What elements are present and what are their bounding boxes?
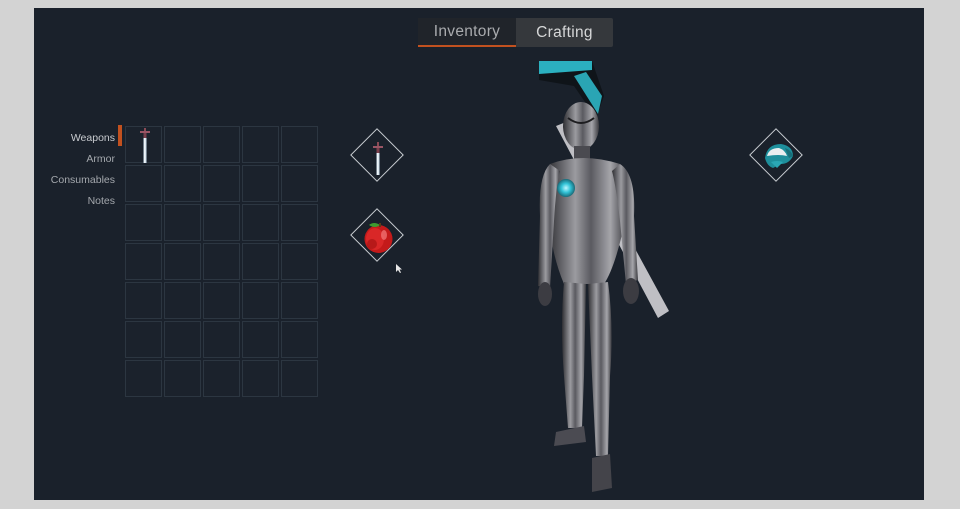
tab-inventory[interactable]: Inventory (418, 18, 516, 47)
inventory-slot[interactable] (125, 204, 162, 241)
inventory-slot[interactable] (203, 282, 240, 319)
equip-slot-weapon[interactable] (350, 128, 406, 184)
inventory-slot[interactable] (242, 321, 279, 358)
inventory-slot[interactable] (281, 126, 318, 163)
category-armor[interactable]: Armor (34, 149, 115, 170)
mouse-cursor-icon (396, 264, 402, 273)
inventory-slot[interactable] (164, 126, 201, 163)
inventory-slot[interactable] (281, 165, 318, 202)
inventory-slot[interactable] (281, 243, 318, 280)
inventory-slot[interactable] (125, 126, 162, 163)
inventory-slot[interactable] (164, 360, 201, 397)
inventory-slot[interactable] (281, 321, 318, 358)
equip-slot-consumable[interactable] (350, 208, 406, 264)
inventory-slot[interactable] (125, 243, 162, 280)
inventory-slot[interactable] (242, 204, 279, 241)
inventory-slot[interactable] (125, 165, 162, 202)
inventory-grid (125, 126, 318, 397)
apple-icon (364, 223, 393, 253)
inventory-slot[interactable] (203, 204, 240, 241)
inventory-slot[interactable] (203, 360, 240, 397)
inventory-slot[interactable] (242, 126, 279, 163)
inventory-slot[interactable] (164, 282, 201, 319)
category-list: Weapons Armor Consumables Notes (34, 128, 115, 212)
inventory-slot[interactable] (164, 321, 201, 358)
inventory-slot[interactable] (203, 243, 240, 280)
tab-crafting[interactable]: Crafting (516, 18, 613, 47)
active-category-indicator (118, 125, 122, 146)
sword-icon (373, 142, 383, 175)
inventory-slot[interactable] (242, 360, 279, 397)
inventory-slot[interactable] (164, 243, 201, 280)
character-model (538, 61, 669, 492)
game-viewport: Inventory Crafting Weapons Armor Consuma… (34, 8, 924, 500)
inventory-slot[interactable] (281, 360, 318, 397)
sword-icon (140, 128, 150, 163)
inventory-slot[interactable] (203, 321, 240, 358)
inventory-slot[interactable] (203, 165, 240, 202)
inventory-slot[interactable] (242, 282, 279, 319)
category-consumables[interactable]: Consumables (34, 170, 115, 191)
inventory-slot[interactable] (125, 282, 162, 319)
helmet-icon (765, 144, 793, 168)
category-weapons[interactable]: Weapons (34, 128, 115, 149)
category-notes[interactable]: Notes (34, 191, 115, 212)
inventory-slot[interactable] (281, 204, 318, 241)
tab-bar: Inventory Crafting (418, 18, 613, 47)
inventory-slot[interactable] (242, 165, 279, 202)
inventory-slot[interactable] (242, 243, 279, 280)
inventory-slot[interactable] (203, 126, 240, 163)
inventory-slot[interactable] (164, 165, 201, 202)
equip-slot-head[interactable] (749, 128, 805, 184)
inventory-slot[interactable] (125, 360, 162, 397)
inventory-slot[interactable] (281, 282, 318, 319)
inventory-slot[interactable] (125, 321, 162, 358)
inventory-slot[interactable] (164, 204, 201, 241)
